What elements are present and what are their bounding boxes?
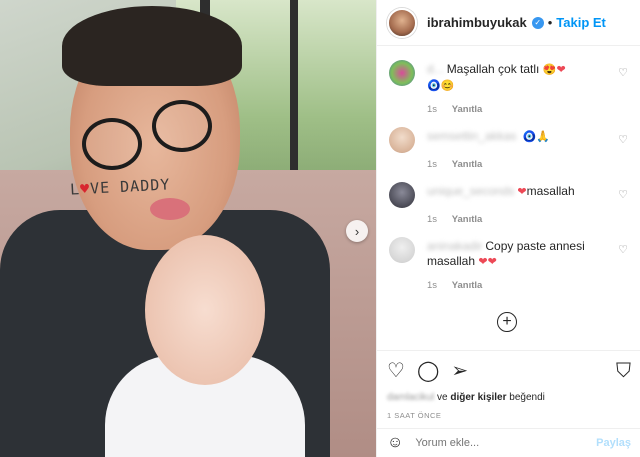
author-avatar[interactable] (387, 7, 417, 38)
like-heart-icon[interactable]: ♡ (387, 361, 405, 381)
action-bar: ♡ ◯ ➢ ⛉ (387, 360, 631, 382)
save-bookmark-icon[interactable]: ⛉ (616, 361, 631, 381)
post-side-panel: ibrahimbuyukak ✓ • Takip Et d... Maşallah… (376, 0, 640, 457)
comment-text: d... Maşallah çok tatlı 😍❤ 🧿😊 (427, 62, 566, 92)
commenter-username[interactable]: semsettin_akkas (427, 129, 516, 143)
comment-input[interactable] (415, 437, 597, 449)
glasses-left-lens (82, 118, 142, 170)
like-comment-heart-icon[interactable]: ♡ (618, 66, 628, 79)
comment-text: semsettin_akkas 🧿🙏 (427, 123, 630, 145)
tongue (150, 198, 190, 220)
like-comment-heart-icon[interactable]: ♡ (618, 133, 628, 146)
comment-time: 1s (427, 159, 438, 170)
post-comment-button[interactable]: Paylaş (596, 437, 631, 449)
load-more-comments-button[interactable]: + (497, 312, 517, 332)
commenter-avatar[interactable] (389, 127, 415, 153)
commenter-avatar[interactable] (389, 237, 415, 263)
heart-emoji-icon: ❤ (556, 64, 566, 76)
commenter-username[interactable]: unique_seconds (427, 184, 514, 198)
heart-emoji-icon: ❤ (487, 256, 497, 268)
commenter-avatar[interactable] (389, 182, 415, 208)
commenter-username[interactable]: d... (427, 62, 444, 76)
add-comment-bar: ☺ Paylaş (377, 428, 640, 457)
post-time-ago[interactable]: 1 SAAT ÖNCE (387, 411, 631, 420)
comment-time: 1s (427, 280, 438, 291)
post-photo[interactable]: L♥VE DADDY › (0, 0, 376, 457)
comment-text: unique_seconds ❤masallah (427, 184, 575, 198)
commenter-username[interactable]: aninakadir (427, 239, 482, 253)
liked-by-line: damlacikul ve diğer kişiler beğendi (387, 392, 545, 403)
comment-meta: 1s Yanıtla (427, 104, 630, 115)
comment-time: 1s (427, 214, 438, 225)
comment-time: 1s (427, 104, 438, 115)
reply-button[interactable]: Yanıtla (452, 159, 483, 170)
share-paper-plane-icon[interactable]: ➢ (451, 361, 468, 381)
comment-item: aninakadir Copy paste annesi masallah ❤❤ … (387, 233, 630, 291)
smile-emoji-icon: 😊 (440, 80, 455, 92)
man-hair (62, 6, 242, 86)
like-comment-heart-icon[interactable]: ♡ (618, 188, 628, 201)
reply-button[interactable]: Yanıtla (452, 280, 483, 291)
evil-eye-emoji-icon: 🧿 (427, 80, 441, 92)
comment-bubble-icon[interactable]: ◯ (417, 361, 439, 381)
emoji-smile-icon[interactable]: ☺ (387, 434, 403, 452)
chevron-right-icon: › (354, 223, 360, 239)
comment-item: semsettin_akkas 🧿🙏 1s Yanıtla ♡ (387, 123, 630, 170)
post-header: ibrahimbuyukak ✓ • Takip Et (377, 0, 640, 46)
comment-meta: 1s Yanıtla (427, 159, 630, 170)
commenter-avatar[interactable] (389, 60, 415, 86)
comment-meta: 1s Yanıtla (427, 280, 630, 291)
baby (105, 235, 305, 457)
author-username[interactable]: ibrahimbuyukak (427, 15, 527, 30)
heart-emoji-icon: ❤ (478, 256, 488, 268)
follow-button[interactable]: Takip Et (556, 15, 606, 30)
comment-item: d... Maşallah çok tatlı 😍❤ 🧿😊 1s Yanıtla … (387, 56, 630, 115)
praying-hands-emoji-icon: 🙏 (536, 131, 551, 143)
like-comment-heart-icon[interactable]: ♡ (618, 243, 628, 256)
reply-button[interactable]: Yanıtla (452, 104, 483, 115)
evil-eye-emoji-icon: 🧿 (522, 131, 537, 143)
liked-by-username[interactable]: damlacikul (387, 392, 434, 403)
comment-text: aninakadir Copy paste annesi masallah ❤❤ (427, 239, 585, 268)
comment-item: unique_seconds ❤masallah 1s Yanıtla ♡ (387, 178, 630, 225)
plus-circle-icon: + (502, 313, 512, 330)
comment-meta: 1s Yanıtla (427, 214, 630, 225)
heart-eyes-emoji-icon: 😍 (542, 64, 557, 76)
baby-head (145, 235, 265, 385)
post-actions: ♡ ◯ ➢ ⛉ damlacikul ve diğer kişiler beğe… (377, 350, 640, 420)
comment-list: d... Maşallah çok tatlı 😍❤ 🧿😊 1s Yanıtla … (377, 46, 640, 348)
glasses-right-lens (152, 100, 212, 152)
reply-button[interactable]: Yanıtla (452, 214, 483, 225)
liked-by-others-link[interactable]: diğer kişiler (450, 392, 506, 403)
header-separator: • (547, 15, 553, 30)
heart-emoji-icon: ❤ (517, 186, 527, 198)
verified-badge-icon: ✓ (531, 16, 544, 29)
next-photo-button[interactable]: › (346, 220, 368, 242)
